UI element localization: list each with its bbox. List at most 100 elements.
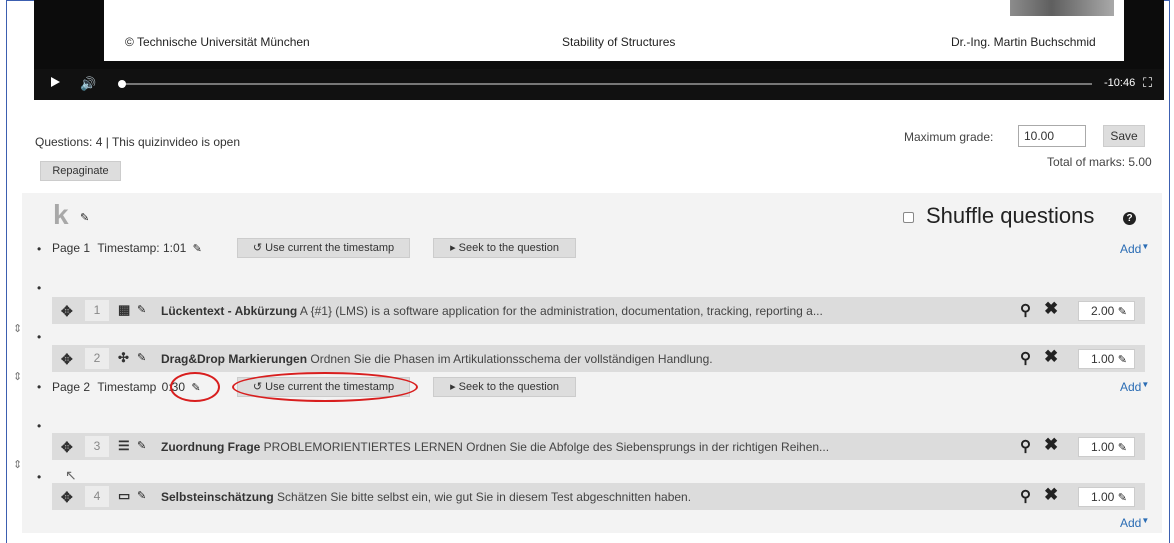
seek-to-question-button[interactable]: ▸ Seek to the question [433, 377, 576, 397]
use-current-timestamp-button[interactable]: ↺ Use current the timestamp [237, 238, 410, 258]
page-1-row: Page 1 Timestamp: 1:01 ✎ [52, 241, 202, 255]
search-icon[interactable]: ⚲ [1020, 437, 1031, 455]
close-icon[interactable]: ✖ [1044, 299, 1058, 319]
slide-course-title: Stability of Structures [562, 35, 676, 49]
help-icon[interactable]: ? [1123, 212, 1136, 225]
use-current-timestamp-label: Use current the timestamp [265, 242, 395, 254]
time-remaining: -10:46 [1104, 77, 1136, 89]
questions-info: Questions: 4 | This quizinvideo is open [35, 135, 241, 149]
edit-question-icon[interactable]: ✎ [137, 303, 146, 316]
slide-author: Dr.-Ing. Martin Buchschmid [951, 35, 1096, 49]
add-menu[interactable]: Add▼ [1120, 380, 1149, 394]
question-row-1[interactable]: ✥ 1 ▦ ✎ Lückentext - Abkürzung A {#1} (L… [52, 297, 1145, 324]
chevron-down-icon: ▼ [1141, 242, 1150, 251]
drag-drop-markers-icon: ✣ [118, 350, 129, 365]
mouse-cursor-icon: ↖ [65, 467, 77, 483]
max-grade-input[interactable] [1018, 125, 1086, 147]
timestamp-label: Timestamp [97, 380, 157, 394]
question-number: 1 [85, 300, 109, 321]
repaginate-button[interactable]: Repaginate [40, 161, 121, 181]
mark-value: 2.00 [1091, 304, 1115, 318]
question-text[interactable]: Zuordnung Frage PROBLEMORIENTIERTES LERN… [161, 440, 829, 454]
question-row-2[interactable]: ✥ 2 ✣ ✎ Drag&Drop Markierungen Ordnen Si… [52, 345, 1145, 372]
question-body: A {#1} (LMS) is a software application f… [299, 304, 823, 318]
close-icon[interactable]: ✖ [1044, 347, 1058, 367]
question-bullet: • [37, 330, 42, 344]
shuffle-checkbox[interactable] [903, 212, 914, 223]
chevron-down-icon: ▼ [1141, 516, 1150, 525]
edit-timestamp-icon[interactable]: ✎ [193, 242, 202, 255]
question-row-4[interactable]: ✥ 4 ▭ ✎ Selbsteinschätzung Schätzen Sie … [52, 483, 1145, 510]
add-menu[interactable]: Add▼ [1120, 242, 1149, 256]
matching-icon: ☰ [118, 438, 130, 453]
question-name: Lückentext - Abkürzung [161, 304, 298, 318]
edit-mark-icon[interactable]: ✎ [1118, 489, 1127, 507]
edit-heading-icon[interactable]: ✎ [80, 211, 89, 224]
page-break-icon[interactable]: ⇕ [13, 322, 22, 335]
question-name: Zuordnung Frage [161, 440, 261, 454]
edit-question-icon[interactable]: ✎ [137, 439, 146, 452]
question-row-3[interactable]: ✥ 3 ☰ ✎ Zuordnung Frage PROBLEMORIENTIER… [52, 433, 1145, 460]
timestamp-label: Timestamp: 1:01 [97, 241, 187, 255]
question-number: 3 [85, 436, 109, 457]
page-break-icon[interactable]: ⇕ [13, 370, 22, 383]
volume-icon[interactable]: 🔊 [80, 76, 96, 92]
close-icon[interactable]: ✖ [1044, 485, 1058, 505]
question-number: 2 [85, 348, 109, 369]
move-icon[interactable]: ✥ [61, 351, 73, 368]
add-label: Add [1120, 516, 1142, 530]
search-icon[interactable]: ⚲ [1020, 301, 1031, 319]
question-text[interactable]: Selbsteinschätzung Schätzen Sie bitte se… [161, 490, 691, 504]
page-bullet: • [37, 380, 42, 394]
slide-photo [1010, 0, 1114, 16]
question-body: Schätzen Sie bitte selbst ein, wie gut S… [277, 490, 692, 504]
edit-question-icon[interactable]: ✎ [137, 351, 146, 364]
video-slide: © Technische Universität München Stabili… [104, 0, 1124, 61]
fullscreen-icon[interactable]: ⛶ [1143, 75, 1152, 91]
seek-handle[interactable] [118, 80, 126, 88]
save-button[interactable]: Save [1103, 125, 1145, 147]
annotation-circle-timestamp [170, 372, 220, 402]
move-icon[interactable]: ✥ [61, 439, 73, 456]
edit-mark-icon[interactable]: ✎ [1118, 303, 1127, 321]
seek-to-question-button[interactable]: ▸ Seek to the question [433, 238, 576, 258]
question-name: Selbsteinschätzung [161, 490, 274, 504]
edit-mark-icon[interactable]: ✎ [1118, 439, 1127, 457]
section-heading: k [53, 199, 69, 230]
add-label: Add [1120, 242, 1142, 256]
question-mark[interactable]: 2.00 ✎ [1078, 301, 1135, 321]
question-mark[interactable]: 1.00 ✎ [1078, 487, 1135, 507]
question-text[interactable]: Lückentext - Abkürzung A {#1} (LMS) is a… [161, 304, 823, 318]
window-frame-right [1169, 0, 1170, 543]
question-number: 4 [85, 486, 109, 507]
seek-to-question-label: Seek to the question [458, 242, 559, 254]
cloze-icon: ▦ [118, 302, 131, 317]
video-controls: 🔊 -10:46 ⛶ [34, 69, 1164, 100]
close-icon[interactable]: ✖ [1044, 435, 1058, 455]
short-answer-icon: ▭ [118, 488, 131, 503]
question-bullet: • [37, 419, 42, 433]
add-label: Add [1120, 380, 1142, 394]
seek-bar[interactable] [124, 83, 1092, 85]
edit-mark-icon[interactable]: ✎ [1118, 351, 1127, 369]
move-icon[interactable]: ✥ [61, 303, 73, 320]
play-icon[interactable] [51, 77, 60, 87]
page-break-icon[interactable]: ⇕ [13, 458, 22, 471]
question-text[interactable]: Drag&Drop Markierungen Ordnen Sie die Ph… [161, 352, 713, 366]
mark-value: 1.00 [1091, 440, 1115, 454]
mark-value: 1.00 [1091, 490, 1115, 504]
page-label: Page 1 [52, 241, 91, 255]
question-mark[interactable]: 1.00 ✎ [1078, 349, 1135, 369]
move-icon[interactable]: ✥ [61, 489, 73, 506]
mark-value: 1.00 [1091, 352, 1115, 366]
search-icon[interactable]: ⚲ [1020, 487, 1031, 505]
question-body: Ordnen Sie die Phasen im Artikulationssc… [310, 352, 713, 366]
question-bullet: • [37, 281, 42, 295]
video-player[interactable]: © Technische Universität München Stabili… [34, 0, 1164, 100]
edit-question-icon[interactable]: ✎ [137, 489, 146, 502]
search-icon[interactable]: ⚲ [1020, 349, 1031, 367]
question-mark[interactable]: 1.00 ✎ [1078, 437, 1135, 457]
add-menu[interactable]: Add▼ [1120, 516, 1149, 530]
question-bullet: • [37, 470, 42, 484]
question-body: PROBLEMORIENTIERTES LERNEN Ordnen Sie di… [263, 440, 830, 454]
